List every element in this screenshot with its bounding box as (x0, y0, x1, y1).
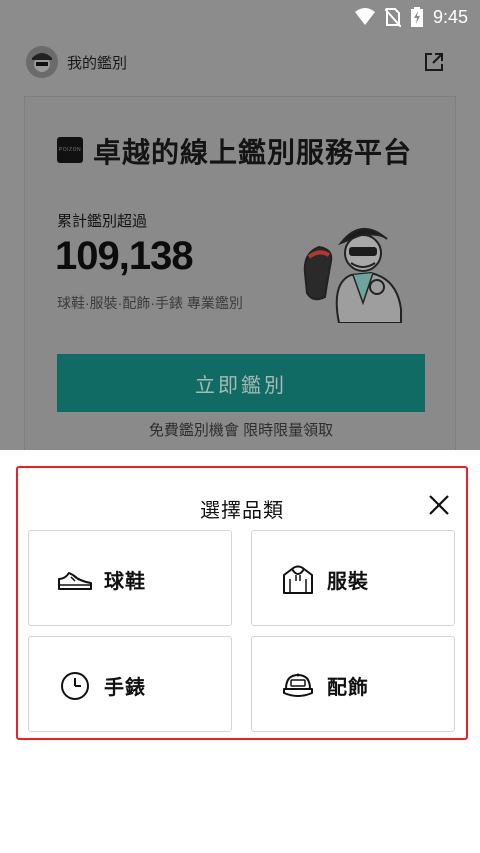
category-label: 手錶 (104, 677, 146, 699)
close-icon[interactable] (428, 494, 450, 516)
page-header: 我的鑑別 (0, 42, 480, 82)
category-sheet: 選擇品類 球鞋 服裝 手錶 配飾 (0, 450, 480, 853)
hero-card: POIZON 卓越的線上鑑別服務平台 累計鑑別超過 109,138 球鞋·服裝·… (24, 96, 456, 456)
categories-line: 球鞋·服裝·配飾·手錶 專業鑑別 (57, 295, 243, 311)
category-label: 配飾 (327, 677, 369, 699)
category-button-accessories[interactable]: 配飾 (251, 636, 455, 732)
battery-charging-icon (410, 7, 423, 27)
sheet-title: 選擇品類 (200, 500, 284, 522)
mascot-illustration (303, 228, 402, 323)
wifi-icon (354, 8, 375, 25)
cap-icon (283, 673, 313, 697)
count-label: 累計鑑別超過 (57, 213, 148, 230)
brand-logo: POIZON (57, 137, 83, 163)
status-bar: 9:45 (0, 0, 480, 34)
cta-subtext: 免費鑑別機會 限時限量領取 (148, 422, 334, 439)
category-button-watches[interactable]: 手錶 (28, 636, 232, 732)
background-page: 我的鑑別 POIZON 卓越的線上鑑別服務平台 累計鑑別超過 109,138 球… (0, 34, 480, 456)
category-panel: 選擇品類 球鞋 服裝 手錶 配飾 (16, 466, 468, 740)
category-label: 球鞋 (104, 571, 146, 593)
share-icon[interactable] (422, 50, 446, 74)
page-title: 我的鑑別 (67, 55, 128, 72)
sneaker-icon (58, 572, 92, 590)
hoodie-icon (283, 565, 313, 594)
category-button-apparel[interactable]: 服裝 (251, 530, 455, 626)
category-button-sneakers[interactable]: 球鞋 (28, 530, 232, 626)
status-time: 9:45 (432, 6, 468, 27)
avatar[interactable] (26, 46, 58, 78)
category-label: 服裝 (327, 571, 369, 593)
no-sim-icon (384, 8, 401, 27)
count-value: 109,138 (55, 234, 194, 278)
authenticate-button[interactable]: 立即鑑別 (57, 354, 425, 412)
hero-title: 卓越的線上鑑別服務平台 (93, 137, 413, 168)
clock-icon (61, 672, 89, 700)
